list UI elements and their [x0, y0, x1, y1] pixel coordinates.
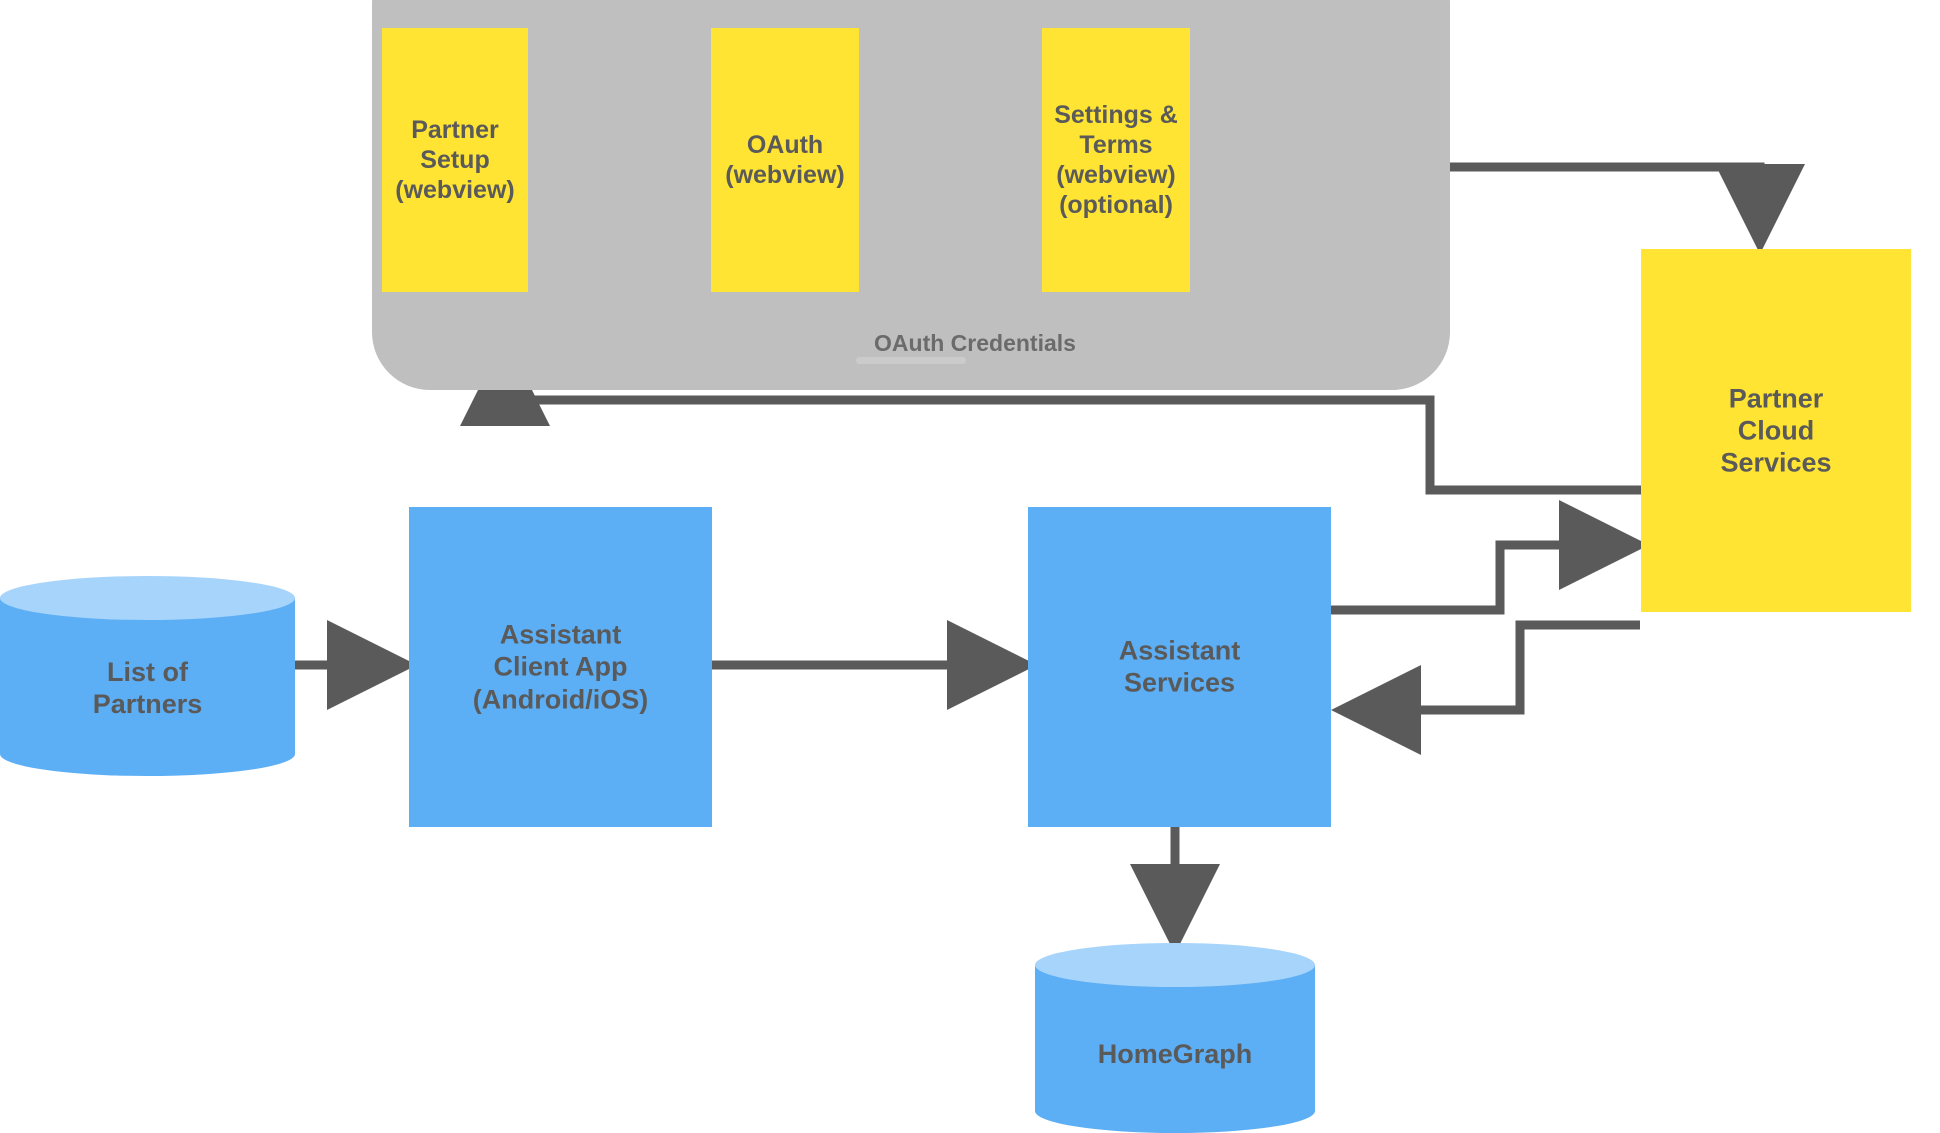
screen-settings-terms[interactable]: Settings & Terms (webview) (optional) — [1042, 28, 1190, 292]
screen-oauth-label: OAuth (webview) — [725, 131, 845, 189]
arrow-partner-cloud-to-assistant-services — [1331, 620, 1640, 755]
node-assistant-services-label: Assistant Services — [1118, 635, 1241, 698]
screen-oauth[interactable]: OAuth (webview) — [711, 28, 859, 292]
node-partner-cloud-services[interactable]: Partner Cloud Services — [1641, 249, 1911, 612]
edge-label-oauth-credentials: OAuth Credentials — [874, 330, 1076, 356]
node-assistant-client-app[interactable]: Assistant Client App (Android/iOS) — [409, 507, 712, 827]
node-list-of-partners-label: List of Partners — [92, 657, 203, 720]
node-partner-cloud-services-label: Partner Cloud Services — [1720, 382, 1832, 478]
node-assistant-client-app-label: Assistant Client App (Android/iOS) — [472, 619, 649, 715]
screen-partner-setup-label: Partner Setup (webview) — [395, 116, 515, 204]
cylinder-top — [1035, 943, 1315, 987]
arrow-assistant-services-to-partner-cloud — [1330, 500, 1649, 615]
node-homegraph-label: HomeGraph — [1097, 1039, 1253, 1069]
node-list-of-partners[interactable]: List of Partners — [0, 576, 295, 776]
node-assistant-services[interactable]: Assistant Services — [1028, 507, 1331, 827]
screen-partner-setup[interactable]: Partner Setup (webview) — [382, 28, 528, 292]
phone-home-indicator — [856, 357, 966, 364]
diagram-canvas: Partner Setup (webview) OAuth (webview) … — [0, 0, 1940, 1133]
screen-settings-terms-label: Settings & Terms (webview) (optional) — [1054, 101, 1178, 219]
cylinder-top — [0, 576, 295, 620]
node-homegraph[interactable]: HomeGraph — [1035, 943, 1315, 1133]
